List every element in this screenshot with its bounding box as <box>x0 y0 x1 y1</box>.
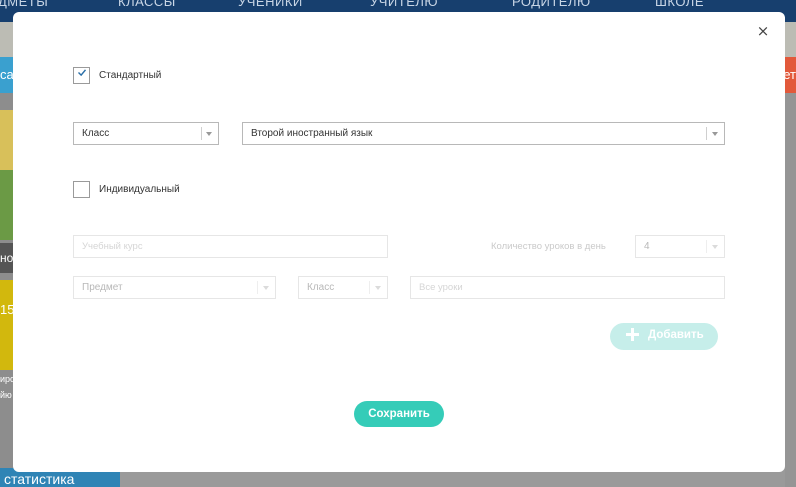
save-button[interactable]: Сохранить <box>354 401 444 427</box>
class-select[interactable]: Класс <box>73 122 219 145</box>
checkmark-icon <box>78 69 87 76</box>
chevron-down-icon <box>263 286 269 290</box>
bg-nav-item: ДМЕТЫ <box>0 0 49 9</box>
chevron-down-icon <box>712 132 718 136</box>
background-right-edge <box>785 93 796 487</box>
background-cartoon-image <box>0 110 14 240</box>
chevron-down-icon <box>712 245 718 249</box>
all-lessons-placeholder: Все уроки <box>419 282 463 293</box>
bg-nav-item: ШКОЛЕ <box>655 0 705 9</box>
lessons-per-day-select[interactable]: 4 <box>635 235 725 258</box>
lessons-per-day-value: 4 <box>644 241 650 252</box>
standard-checkbox[interactable] <box>73 67 90 84</box>
lessons-per-day-label: Количество уроков в день <box>491 241 606 252</box>
bg-stat-label: статистика <box>4 471 75 487</box>
bg-nav-item: УЧЕНИКИ <box>238 0 303 9</box>
bg-bluebar-label-right: ет <box>783 67 796 82</box>
bg-nav-item: РОДИТЕЛЮ <box>512 0 591 9</box>
all-lessons-input[interactable]: Все уроки <box>410 276 725 299</box>
add-button[interactable]: Добавить <box>610 323 718 350</box>
plus-icon <box>626 328 639 341</box>
bg-small-text: йю <box>0 390 12 400</box>
subject-select[interactable]: Второй иностранный язык <box>242 122 725 145</box>
add-button-label: Добавить <box>648 329 704 341</box>
course-input-placeholder: Учебный курс <box>82 241 143 252</box>
background-grey-box: но <box>0 243 14 273</box>
individual-checkbox[interactable] <box>73 181 90 198</box>
chevron-down-icon <box>206 132 212 136</box>
subject-select-value: Второй иностранный язык <box>251 128 373 139</box>
class-select-value: Класс <box>82 128 110 139</box>
bg-nav-item: КЛАССЫ <box>118 0 176 9</box>
subject2-select-value: Предмет <box>82 282 123 293</box>
standard-label: Стандартный <box>99 70 162 81</box>
bg-grey-label: но <box>0 251 14 265</box>
bg-nav-item: УЧИТЕЛЮ <box>370 0 439 9</box>
class2-select-value: Класс <box>307 282 335 293</box>
chevron-down-icon <box>375 286 381 290</box>
background-yellow-card: 15 <box>0 280 14 370</box>
bg-bluebar-label-left: са <box>0 67 14 82</box>
close-icon[interactable]: × <box>756 24 770 39</box>
course-input[interactable]: Учебный курс <box>73 235 388 258</box>
individual-label: Индивидуальный <box>99 184 180 195</box>
subject2-select[interactable]: Предмет <box>73 276 276 299</box>
class2-select[interactable]: Класс <box>298 276 388 299</box>
